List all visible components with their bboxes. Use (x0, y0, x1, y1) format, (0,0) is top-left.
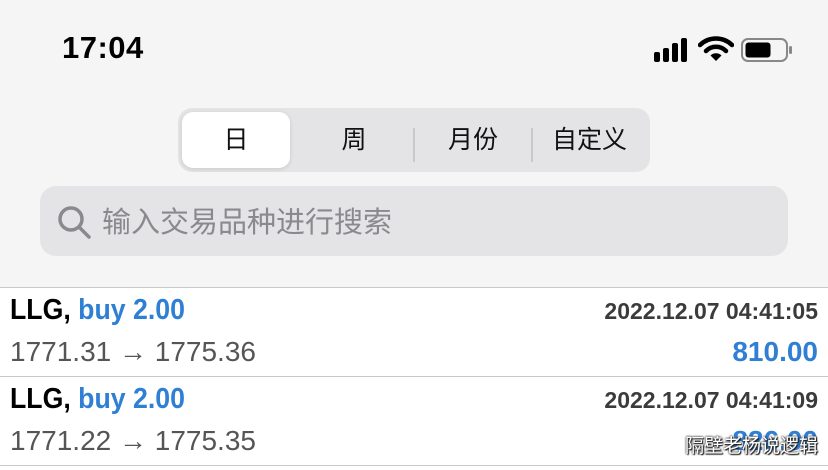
trade-symbol: LLG, (10, 294, 71, 326)
cellular-signal-icon (654, 38, 690, 62)
trade-direction-volume: buy 2.00 (78, 294, 185, 326)
search-bar[interactable] (40, 186, 788, 256)
trade-timestamp: 2022.12.07 04:41:05 (604, 298, 818, 324)
trade-prices: 1771.22 → 1775.35 (10, 425, 256, 456)
wifi-icon (698, 36, 734, 61)
divider (0, 465, 828, 466)
battery-icon (741, 38, 792, 62)
tab-week[interactable]: 周 (296, 112, 412, 168)
trade-row[interactable]: LLG, buy 2.00 2022.12.07 04:41:05 1771.3… (0, 288, 828, 376)
search-icon (58, 206, 91, 239)
tab-month[interactable]: 月份 (415, 112, 531, 168)
trade-title: LLG, buy 2.00 (10, 294, 185, 327)
header-area: 17:04 日 周 月份 自定义 (0, 0, 828, 287)
trade-prices: 1771.31 → 1775.36 (10, 336, 256, 367)
search-input[interactable] (100, 194, 764, 250)
period-segmented-control: 日 周 月份 自定义 (178, 108, 650, 172)
watermark: 隔壁老杨说逻辑 (684, 435, 818, 457)
trade-profit: 810.00 (732, 336, 818, 367)
status-bar: 17:04 (0, 0, 828, 96)
trade-title: LLG, buy 2.00 (10, 383, 185, 416)
status-time: 17:04 (62, 30, 144, 65)
trade-timestamp: 2022.12.07 04:41:09 (604, 387, 818, 413)
trade-symbol: LLG, (10, 383, 71, 415)
tab-custom[interactable]: 自定义 (533, 112, 646, 168)
trade-direction-volume: buy 2.00 (78, 383, 185, 415)
tab-day[interactable]: 日 (182, 112, 290, 168)
